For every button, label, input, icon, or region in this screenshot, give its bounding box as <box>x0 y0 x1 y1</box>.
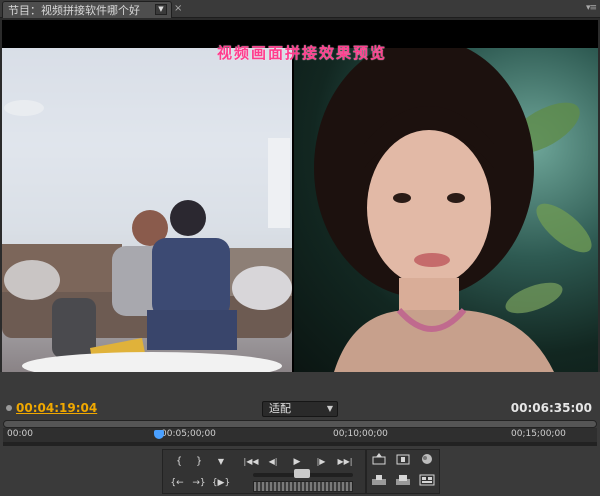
time-ruler[interactable]: 00:00 00:05;00;00 00;10;00;00 00;15;00;0… <box>3 428 597 442</box>
ruler-label: 00;15;00;00 <box>511 429 566 439</box>
output-icon[interactable] <box>417 453 437 471</box>
panel-tabbar: 节目：视频拼接软件哪个好 ▼ × ▾≡ <box>0 0 600 18</box>
duration-timecode: 00:06:35:00 <box>510 401 592 415</box>
go-to-previous-edit-button[interactable]: |◀◀ <box>241 453 261 471</box>
go-to-out-button[interactable]: →} <box>189 474 209 492</box>
overlay-title: 视频画面拼接效果预览 <box>216 44 387 62</box>
extract-icon[interactable] <box>393 453 413 471</box>
chevron-down-icon: ▼ <box>326 404 333 413</box>
overlay-icon[interactable] <box>393 474 413 492</box>
edit-tools <box>366 449 440 494</box>
left-video-frame <box>2 48 292 372</box>
go-to-next-edit-button[interactable]: ▶▶| <box>335 453 355 471</box>
mark-out-button[interactable]: } <box>189 453 209 471</box>
panel-menu-icon[interactable]: ▾≡ <box>586 3 597 13</box>
monitor-controls: 00:04:19:04 适配 ▼ 00:06:35:00 00:00 00:05… <box>0 372 600 496</box>
zoom-scrollbar[interactable] <box>3 420 597 428</box>
ruler-label: 00:05;00;00 <box>161 429 216 439</box>
ruler-baseline <box>3 442 597 446</box>
zoom-select-value: 适配 <box>269 402 291 415</box>
tab-program-monitor[interactable]: 节目：视频拼接软件哪个好 ▼ <box>2 1 172 18</box>
insert-icon[interactable] <box>369 474 389 492</box>
transport-controls: { } ▼ |◀◀ ◀| ▶ |▶ ▶▶| {← →} {▶} <box>162 449 366 494</box>
program-viewer[interactable]: 视频画面拼接效果预览 <box>2 20 598 372</box>
shuttle-dial[interactable] <box>253 481 353 492</box>
zoom-select[interactable]: 适配 ▼ <box>262 401 338 417</box>
ruler-label: 00;10;00;00 <box>333 429 388 439</box>
tab-label: 节目：视频拼接软件哪个好 <box>8 4 140 17</box>
step-back-button[interactable]: ◀| <box>263 453 283 471</box>
go-to-in-button[interactable]: {← <box>167 474 187 492</box>
marker-icon[interactable] <box>6 405 12 411</box>
close-icon[interactable]: × <box>174 3 182 14</box>
chevron-down-icon[interactable]: ▼ <box>155 4 167 15</box>
export-frame-icon[interactable] <box>417 474 437 492</box>
mark-in-button[interactable]: { <box>169 453 189 471</box>
lift-icon[interactable] <box>369 453 389 471</box>
current-timecode[interactable]: 00:04:19:04 <box>16 401 97 415</box>
ruler-label: 00:00 <box>7 429 33 439</box>
right-video-frame <box>294 38 598 372</box>
step-forward-button[interactable]: |▶ <box>311 453 331 471</box>
jog-knob[interactable] <box>294 469 310 478</box>
add-marker-button[interactable]: ▼ <box>211 453 231 471</box>
play-in-to-out-button[interactable]: {▶} <box>211 474 231 492</box>
